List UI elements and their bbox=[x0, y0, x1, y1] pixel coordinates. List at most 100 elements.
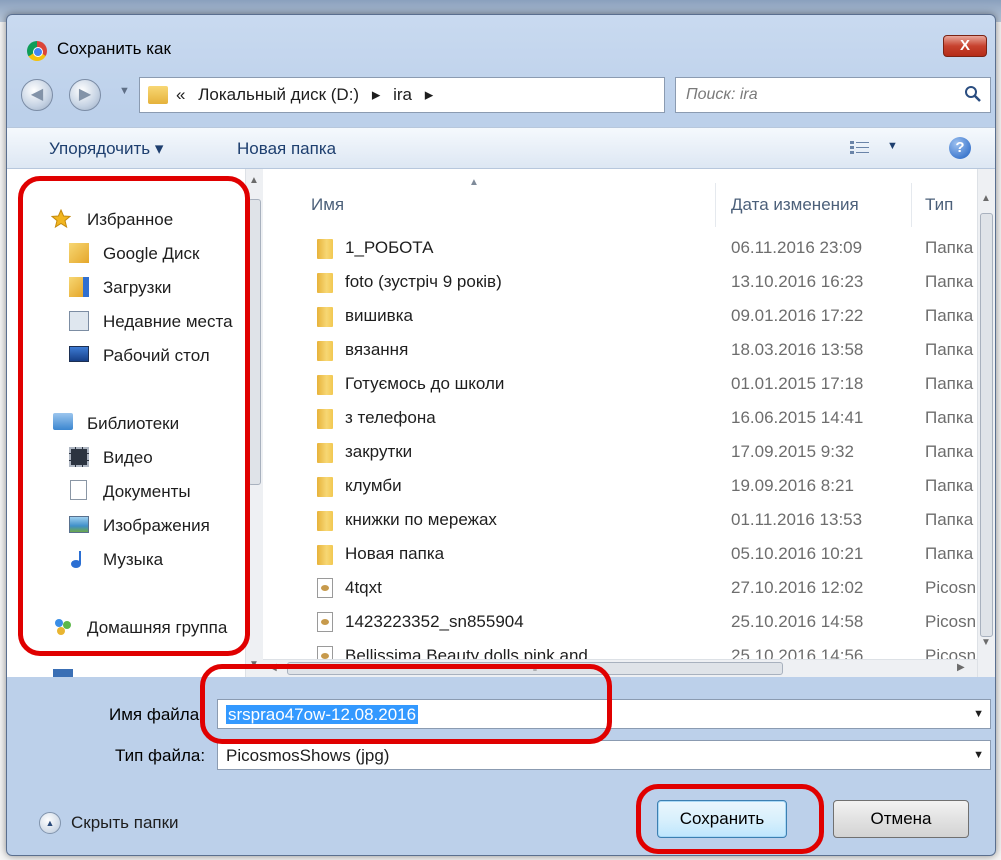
scroll-left-arrow[interactable]: ◀ bbox=[269, 662, 277, 673]
search-icon[interactable] bbox=[964, 85, 982, 103]
nav-scrollbar-thumb[interactable] bbox=[248, 199, 261, 485]
column-divider[interactable] bbox=[911, 183, 912, 227]
scroll-down-arrow[interactable]: ▼ bbox=[249, 659, 259, 670]
search-input[interactable]: Поиск: ira bbox=[686, 86, 758, 104]
file-type: Папка bbox=[925, 408, 974, 427]
file-type: Папка bbox=[925, 272, 974, 291]
nav-homegroup[interactable]: Домашняя группа bbox=[87, 618, 227, 638]
column-header-type[interactable]: Тип bbox=[925, 195, 953, 215]
file-list-scrollbar-thumb[interactable] bbox=[980, 213, 993, 637]
column-header-name[interactable]: Имя bbox=[311, 195, 344, 215]
file-row[interactable]: Готуємось до школи 01.01.2015 17:18 Папка bbox=[281, 367, 977, 401]
folder-icon bbox=[317, 443, 333, 463]
file-name: вишивка bbox=[345, 306, 413, 325]
new-folder-button[interactable]: Новая папка bbox=[237, 139, 336, 159]
file-row[interactable]: 4tqxt 27.10.2016 12:02 Picosn bbox=[281, 571, 977, 605]
toolbar: Упорядочить ▾ Новая папка ▼ ? bbox=[7, 127, 995, 169]
recent-pages-dropdown[interactable]: ▼ bbox=[119, 85, 130, 97]
nav-recent-places[interactable]: Недавние места bbox=[103, 312, 233, 332]
back-button[interactable]: ◀ bbox=[21, 79, 53, 111]
nav-downloads[interactable]: Загрузки bbox=[103, 278, 171, 298]
file-date: 19.09.2016 8:21 bbox=[731, 476, 854, 495]
file-date: 06.11.2016 23:09 bbox=[731, 238, 863, 257]
file-type: Папка bbox=[925, 544, 974, 563]
sort-ascending-icon: ▲ bbox=[469, 177, 479, 188]
content-area: Избранное Google Диск Загрузки Недавние … bbox=[7, 169, 995, 677]
recent-places-icon bbox=[69, 311, 89, 331]
breadcrumb-drive[interactable]: Локальный диск (D:) bbox=[198, 85, 359, 104]
column-header-date[interactable]: Дата изменения bbox=[731, 195, 859, 215]
file-row[interactable]: книжки по мережах 01.11.2016 13:53 Папка bbox=[281, 503, 977, 537]
chevron-down-icon[interactable]: ▼ bbox=[973, 749, 984, 761]
file-name: 1_РОБОТА bbox=[345, 238, 434, 257]
file-row[interactable]: закрутки 17.09.2015 9:32 Папка bbox=[281, 435, 977, 469]
breadcrumb-separator[interactable]: ▸ bbox=[372, 85, 381, 104]
file-date: 01.11.2016 13:53 bbox=[731, 510, 863, 529]
horizontal-scrollbar[interactable]: ◀ ⦀ ▶ bbox=[263, 659, 977, 677]
filetype-value[interactable]: PicosmosShows (jpg) bbox=[226, 746, 389, 766]
nav-desktop[interactable]: Рабочий стол bbox=[103, 346, 210, 366]
nav-favorites[interactable]: Избранное bbox=[87, 210, 173, 230]
nav-google-drive[interactable]: Google Диск bbox=[103, 244, 200, 264]
filename-field[interactable]: srsprao47ow-12.08.2016 ▼ bbox=[217, 699, 991, 729]
file-date: 25.10.2016 14:58 bbox=[731, 612, 864, 631]
help-icon[interactable]: ? bbox=[949, 137, 971, 159]
file-name: вязання bbox=[345, 340, 409, 359]
forward-button[interactable]: ▶ bbox=[69, 79, 101, 111]
folder-icon bbox=[148, 86, 168, 104]
nav-video[interactable]: Видео bbox=[103, 448, 153, 468]
breadcrumb-ira[interactable]: ira bbox=[393, 85, 412, 104]
chevron-down-icon[interactable]: ▼ bbox=[973, 708, 984, 720]
horizontal-scrollbar-thumb[interactable]: ⦀ bbox=[287, 662, 783, 675]
file-row[interactable]: клумби 19.09.2016 8:21 Папка bbox=[281, 469, 977, 503]
file-name: 1423223352_sn855904 bbox=[345, 612, 524, 631]
nav-images[interactable]: Изображения bbox=[103, 516, 210, 536]
folder-icon bbox=[317, 239, 333, 259]
scroll-up-arrow[interactable]: ▲ bbox=[249, 175, 259, 186]
nav-documents[interactable]: Документы bbox=[103, 482, 191, 502]
file-row[interactable]: 1423223352_sn855904 25.10.2016 14:58 Picos… bbox=[281, 605, 977, 639]
file-name: Готуємось до школи bbox=[345, 374, 505, 393]
dialog-title: Сохранить как bbox=[57, 39, 171, 58]
file-list-scrollbar[interactable]: ▲ ▼ bbox=[977, 169, 995, 677]
libraries-icon bbox=[53, 413, 73, 430]
address-bar[interactable]: « Локальный диск (D:) ▸ ira ▸ ▼ ⇆ bbox=[139, 77, 785, 113]
file-row[interactable]: з телефона 16.06.2015 14:41 Папка bbox=[281, 401, 977, 435]
breadcrumb-overflow[interactable]: « bbox=[176, 85, 185, 104]
file-date: 18.03.2016 13:58 bbox=[731, 340, 864, 359]
image-file-icon bbox=[317, 646, 333, 659]
filetype-select[interactable]: PicosmosShows (jpg) ▼ bbox=[217, 740, 991, 770]
view-options-icon[interactable] bbox=[849, 140, 871, 156]
file-row[interactable]: вязання 18.03.2016 13:58 Папка bbox=[281, 333, 977, 367]
file-row[interactable]: Bellissima Beauty dolls pink and 25.10.20… bbox=[281, 639, 977, 659]
organize-button[interactable]: Упорядочить ▾ bbox=[49, 139, 163, 159]
cancel-button[interactable]: Отмена bbox=[833, 800, 969, 838]
scroll-up-arrow[interactable]: ▲ bbox=[981, 193, 991, 204]
file-row[interactable]: 1_РОБОТА 06.11.2016 23:09 Папка bbox=[281, 231, 977, 265]
folder-icon bbox=[317, 511, 333, 531]
file-type: Picosn bbox=[925, 612, 977, 631]
scroll-down-arrow[interactable]: ▼ bbox=[981, 637, 991, 648]
file-row[interactable]: foto (зустріч 9 років) 13.10.2016 16:23 Па… bbox=[281, 265, 977, 299]
filename-input[interactable]: srsprao47ow-12.08.2016 bbox=[226, 705, 419, 724]
column-divider[interactable] bbox=[715, 183, 716, 227]
nav-scrollbar[interactable]: ▲ ▼ bbox=[245, 169, 263, 677]
scroll-right-arrow[interactable]: ▶ bbox=[957, 662, 965, 673]
documents-icon bbox=[70, 480, 87, 500]
file-date: 25.10.2016 14:56 bbox=[731, 646, 864, 659]
folder-icon bbox=[317, 307, 333, 327]
save-button[interactable]: Сохранить bbox=[657, 800, 787, 838]
view-dropdown-icon[interactable]: ▼ bbox=[887, 140, 898, 152]
close-button[interactable]: X bbox=[943, 35, 987, 57]
address-row: ◀ ▶ ▼ « Локальный диск (D:) ▸ ira ▸ ▼ ⇆ … bbox=[7, 75, 995, 115]
folder-icon bbox=[317, 477, 333, 497]
search-box[interactable]: Поиск: ira bbox=[675, 77, 991, 113]
file-name: foto (зустріч 9 років) bbox=[345, 272, 502, 291]
nav-libraries[interactable]: Библиотеки bbox=[87, 414, 179, 434]
nav-music[interactable]: Музыка bbox=[103, 550, 163, 570]
file-row[interactable]: Новая папка 05.10.2016 10:21 Папка bbox=[281, 537, 977, 571]
file-name: з телефона bbox=[345, 408, 436, 427]
title-bar: Сохранить как X bbox=[7, 15, 995, 61]
breadcrumb-separator[interactable]: ▸ bbox=[425, 85, 434, 104]
file-row[interactable]: вишивка 09.01.2016 17:22 Папка bbox=[281, 299, 977, 333]
